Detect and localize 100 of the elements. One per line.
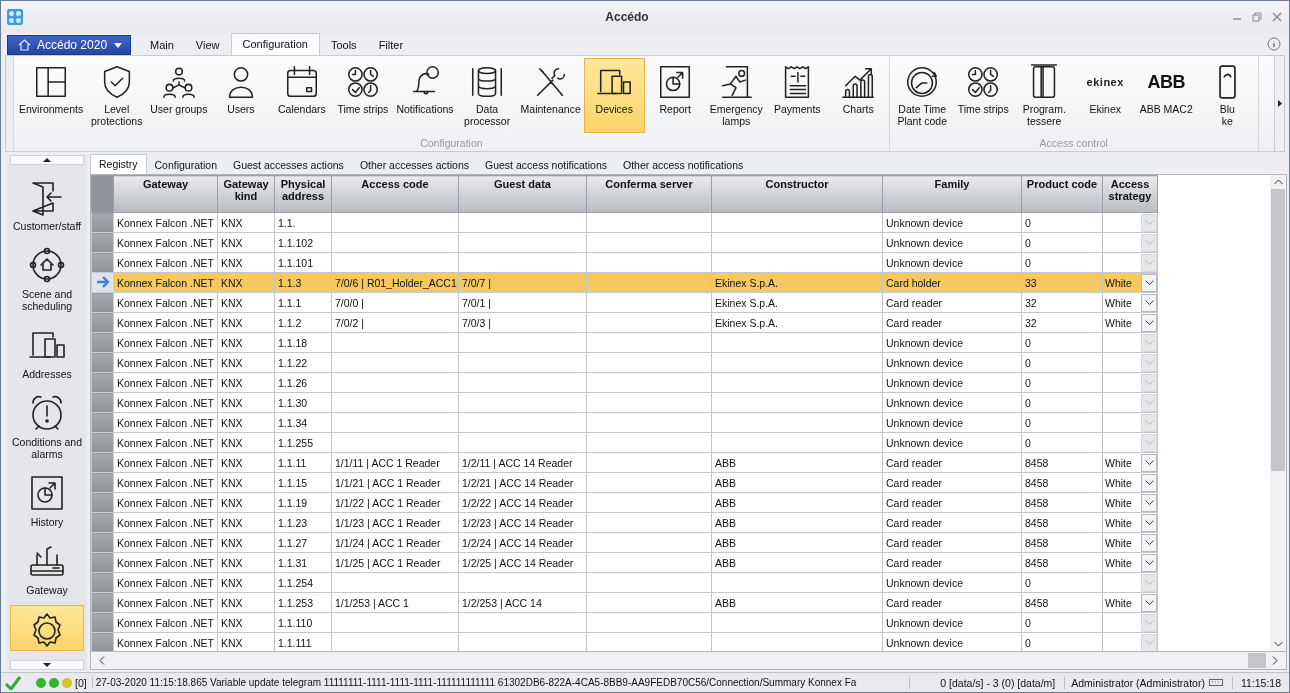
row-header[interactable] bbox=[91, 312, 114, 333]
scroll-up-button[interactable] bbox=[10, 155, 84, 165]
table-row[interactable]: Konnex Falcon .NET KNX 1.1.22 Unknown device 0 bbox=[91, 352, 1158, 373]
ribbon-button[interactable]: Users bbox=[210, 58, 272, 133]
sidebar-item[interactable]: Scene and scheduling bbox=[7, 241, 87, 316]
row-header[interactable] bbox=[91, 412, 114, 433]
table-row[interactable]: Konnex Falcon .NET KNX 1.1.101 Unknown device 0 bbox=[91, 252, 1158, 273]
ribbon-button[interactable]: ABB ABB MAC2 bbox=[1135, 58, 1197, 133]
dropdown-button[interactable] bbox=[1141, 473, 1157, 492]
dropdown-button[interactable] bbox=[1141, 313, 1157, 332]
table-row[interactable]: Konnex Falcon .NET KNX 1.1.1 7/0/0 | 7/0/1 | Ekinex S.p.A. Card reader 32 White bbox=[91, 292, 1158, 313]
row-header[interactable] bbox=[91, 432, 114, 453]
table-row[interactable]: Konnex Falcon .NET KNX 1.1.253 1/1/253 | ACC 1 1/2/253 | ACC 14 ABB Card reader 8458 White bbox=[91, 592, 1158, 613]
ribbon-button[interactable]: Notifications bbox=[393, 58, 457, 133]
grid-tab[interactable]: Registry bbox=[90, 154, 147, 174]
ribbon-button[interactable]: Environments bbox=[16, 58, 87, 133]
row-header[interactable] bbox=[91, 492, 114, 513]
grid-tab[interactable]: Guest access notifications bbox=[477, 157, 615, 174]
column-header[interactable]: Access code bbox=[331, 175, 459, 213]
table-row[interactable]: Konnex Falcon .NET KNX 1.1.110 Unknown device 0 bbox=[91, 612, 1158, 633]
dropdown-button[interactable] bbox=[1141, 593, 1157, 612]
dropdown-button[interactable] bbox=[1141, 533, 1157, 552]
grid-tab[interactable]: Other access notifications bbox=[615, 157, 752, 174]
row-header[interactable] bbox=[91, 572, 114, 593]
ribbon-button[interactable]: Blu ke bbox=[1196, 58, 1258, 133]
row-header[interactable] bbox=[91, 512, 114, 533]
grid-tab[interactable]: Configuration bbox=[146, 157, 225, 174]
row-header[interactable] bbox=[91, 532, 114, 553]
ribbon-button[interactable]: User groups bbox=[147, 58, 211, 133]
ribbon-button[interactable]: Payments bbox=[766, 58, 828, 133]
menu-tab[interactable]: View bbox=[184, 35, 231, 55]
dropdown-button[interactable] bbox=[1141, 273, 1157, 292]
table-row[interactable]: Konnex Falcon .NET KNX 1.1. Unknown device 0 bbox=[91, 212, 1158, 233]
ribbon-button[interactable]: Calendars bbox=[271, 58, 333, 133]
sidebar-item[interactable]: Conditions and alarms bbox=[7, 389, 87, 464]
ribbon-button[interactable]: Program. tessere bbox=[1013, 58, 1075, 133]
ribbon-button[interactable]: Report bbox=[644, 58, 706, 133]
table-row[interactable]: Konnex Falcon .NET KNX 1.1.3 7/0/6 | R01_Holder_ACC1 7/0/7 | Ekinex S.p.A. Card holder 33 White bbox=[91, 272, 1158, 293]
horizontal-scrollbar[interactable] bbox=[90, 652, 1287, 670]
dropdown-button[interactable] bbox=[1141, 453, 1157, 472]
close-icon[interactable] bbox=[1271, 11, 1283, 23]
row-header[interactable] bbox=[91, 392, 114, 413]
table-row[interactable]: Konnex Falcon .NET KNX 1.1.15 1/1/21 | ACC 1 Reader 1/2/21 | ACC 14 Reader ABB Card reader 8458 White bbox=[91, 472, 1158, 493]
column-header[interactable]: Family bbox=[882, 175, 1022, 213]
row-header[interactable] bbox=[91, 332, 114, 353]
restore-icon[interactable] bbox=[1251, 11, 1263, 23]
scroll-thumb[interactable] bbox=[1248, 653, 1266, 668]
menu-tab[interactable]: Tools bbox=[319, 35, 368, 55]
sidebar-item[interactable]: History bbox=[7, 469, 87, 532]
row-header[interactable] bbox=[91, 292, 114, 313]
ribbon-button[interactable]: Time strips bbox=[332, 58, 394, 133]
dropdown-button[interactable] bbox=[1141, 513, 1157, 532]
dropdown-button[interactable] bbox=[1141, 553, 1157, 572]
ribbon-button[interactable]: Date Time Plant code bbox=[891, 58, 953, 133]
table-row[interactable]: Konnex Falcon .NET KNX 1.1.27 1/1/24 | ACC 1 Reader 1/2/24 | ACC 14 Reader ABB Card reader 8458 White bbox=[91, 532, 1158, 553]
column-header[interactable]: Product code bbox=[1021, 175, 1103, 213]
ribbon-button[interactable]: Emergency lamps bbox=[705, 58, 767, 133]
menu-tab[interactable]: Filter bbox=[367, 35, 415, 55]
sidebar-item[interactable]: Gateway bbox=[7, 537, 87, 600]
grid-tab[interactable]: Guest accesses actions bbox=[225, 157, 352, 174]
ribbon-button[interactable]: Data processor bbox=[456, 58, 518, 133]
sidebar-item[interactable] bbox=[10, 605, 84, 651]
row-header[interactable] bbox=[91, 612, 114, 633]
row-header[interactable] bbox=[91, 252, 114, 273]
ribbon-button[interactable]: ekinex Ekinex bbox=[1074, 58, 1136, 133]
table-row[interactable]: Konnex Falcon .NET KNX 1.1.23 1/1/23 | ACC 1 Reader 1/2/23 | ACC 14 Reader ABB Card reader 8458 White bbox=[91, 512, 1158, 533]
row-header[interactable] bbox=[91, 552, 114, 573]
ribbon-button[interactable]: Level protections bbox=[86, 58, 148, 133]
table-row[interactable]: Konnex Falcon .NET KNX 1.1.18 Unknown device 0 bbox=[91, 332, 1158, 353]
table-row[interactable]: Konnex Falcon .NET KNX 1.1.255 Unknown device 0 bbox=[91, 432, 1158, 453]
ribbon-button[interactable]: Maintenance bbox=[517, 58, 584, 133]
app-menu-button[interactable]: Accédo 2020 bbox=[7, 35, 131, 55]
table-row[interactable]: Konnex Falcon .NET KNX 1.1.26 Unknown device 0 bbox=[91, 372, 1158, 393]
column-header[interactable]: Constructor bbox=[711, 175, 883, 213]
column-header[interactable]: Gateway kind bbox=[217, 175, 275, 213]
sidebar-item[interactable]: Addresses bbox=[7, 321, 87, 384]
ribbon-button[interactable]: Charts bbox=[827, 58, 889, 133]
dropdown-button[interactable] bbox=[1141, 293, 1157, 312]
table-row[interactable]: Konnex Falcon .NET KNX 1.1.31 1/1/25 | ACC 1 Reader 1/2/25 | ACC 14 Reader ABB Card reader 8458 White bbox=[91, 552, 1158, 573]
row-header[interactable] bbox=[91, 352, 114, 373]
row-header[interactable] bbox=[91, 272, 114, 293]
scroll-down-button[interactable] bbox=[10, 660, 84, 670]
table-row[interactable]: Konnex Falcon .NET KNX 1.1.102 Unknown device 0 bbox=[91, 232, 1158, 253]
menu-tab[interactable]: Main bbox=[139, 35, 185, 55]
column-header[interactable]: Gateway bbox=[113, 175, 218, 213]
info-icon[interactable] bbox=[1267, 37, 1281, 51]
table-row[interactable]: Konnex Falcon .NET KNX 1.1.254 Unknown device 0 bbox=[91, 572, 1158, 593]
ribbon-button[interactable]: Devices bbox=[583, 58, 645, 133]
column-header[interactable]: Access strategy bbox=[1102, 175, 1158, 213]
row-header[interactable] bbox=[91, 372, 114, 393]
vertical-scrollbar[interactable] bbox=[1270, 175, 1286, 651]
column-header[interactable]: Conferma server bbox=[586, 175, 712, 213]
table-row[interactable]: Konnex Falcon .NET KNX 1.1.30 Unknown device 0 bbox=[91, 392, 1158, 413]
dropdown-button[interactable] bbox=[1141, 493, 1157, 512]
grid-tab[interactable]: Other accesses actions bbox=[351, 157, 477, 174]
table-row[interactable]: Konnex Falcon .NET KNX 1.1.11 1/1/11 | ACC 1 Reader 1/2/11 | ACC 14 Reader ABB Card reader 8458 White bbox=[91, 452, 1158, 473]
scroll-thumb[interactable] bbox=[1271, 189, 1285, 471]
row-header[interactable] bbox=[91, 212, 114, 233]
table-row[interactable]: Konnex Falcon .NET KNX 1.1.19 1/1/22 | ACC 1 Reader 1/2/22 | ACC 14 Reader ABB Card reader 8458 White bbox=[91, 492, 1158, 513]
table-row[interactable]: Konnex Falcon .NET KNX 1.1.2 7/0/2 | 7/0/3 | Ekinex S.p.A. Card reader 32 White bbox=[91, 312, 1158, 333]
